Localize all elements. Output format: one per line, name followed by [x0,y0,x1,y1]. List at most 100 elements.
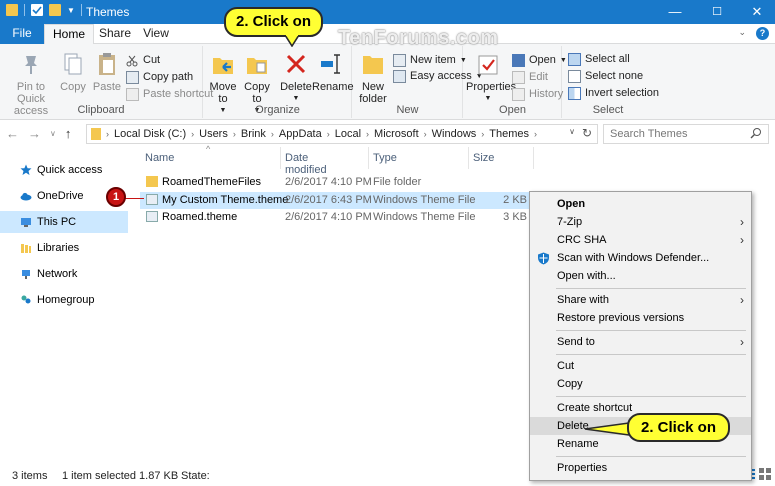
nav-item-libraries[interactable]: Libraries [0,237,128,259]
step-connector-line [124,198,144,199]
paste-shortcut-button[interactable]: Paste shortcut [126,86,213,102]
tab-share[interactable]: Share [96,24,134,44]
breadcrumb-windows[interactable]: Windows [432,128,477,140]
menu-item-open[interactable]: Open [530,195,751,213]
chevron-right-icon[interactable]: › [271,129,274,139]
folder-icon [6,4,18,16]
nav-item-homegroup[interactable]: Homegroup [0,289,128,311]
file-row[interactable]: RoamedThemeFiles 2/6/2017 4:10 PM File f… [140,174,530,191]
paste-button[interactable]: Paste [90,50,124,93]
column-header-date[interactable]: Date modified [285,152,327,176]
chevron-right-icon[interactable]: › [106,129,109,139]
chevron-right-icon[interactable]: › [327,129,330,139]
search-icon[interactable] [750,127,762,142]
new-folder-icon[interactable] [49,4,61,16]
breadcrumb-local-disk[interactable]: Local Disk (C:) [114,128,186,140]
delete-button[interactable]: Delete ▼ [278,50,314,105]
forward-arrow-icon[interactable]: → [28,126,41,142]
menu-label: CRC SHA [557,234,607,246]
address-bar-row: ← → ∨ ↑ › Local Disk (C:) › Users › Brin… [0,121,775,147]
nav-item-this-pc[interactable]: This PC [0,211,128,233]
maximize-button[interactable]: ☐ [697,0,737,24]
large-icons-view-icon[interactable] [759,468,771,483]
customize-qat-chevron-icon[interactable]: ▼ [67,6,75,15]
cut-button[interactable]: Cut [126,52,160,68]
menu-item-cut[interactable]: Cut [530,357,751,375]
tab-file[interactable]: File [0,24,44,44]
refresh-icon[interactable]: ↻ [582,126,592,140]
tab-view[interactable]: View [138,24,174,44]
file-date: 2/6/2017 6:43 PM [285,194,372,206]
history-button[interactable]: History [512,86,563,102]
breadcrumb-brink[interactable]: Brink [241,128,266,140]
file-row-selected[interactable]: My Custom Theme.theme 2/6/2017 6:43 PM W… [140,192,530,209]
copy-path-button[interactable]: Copy path [126,69,193,85]
column-header-size[interactable]: Size [473,152,494,164]
nav-label: Quick access [37,164,103,176]
copy-button[interactable]: Copy [58,50,88,93]
menu-item-properties[interactable]: Properties [530,459,751,477]
homegroup-icon [20,294,32,306]
chevron-right-icon[interactable]: › [424,129,427,139]
properties-check-icon[interactable] [31,4,43,16]
rename-button[interactable]: Rename [312,50,354,93]
invert-selection-button[interactable]: Invert selection [568,85,659,101]
column-divider[interactable] [533,147,534,169]
new-folder-button[interactable]: New folder [355,50,391,105]
menu-separator [556,456,746,457]
search-placeholder: Search Themes [610,128,688,140]
chevron-right-icon[interactable]: › [481,129,484,139]
new-item-button[interactable]: New item ▼ [393,52,467,68]
breadcrumb-appdata[interactable]: AppData [279,128,322,140]
tab-home[interactable]: Home [44,24,94,45]
file-date: 2/6/2017 4:10 PM [285,176,372,188]
breadcrumb-themes[interactable]: Themes [489,128,529,140]
help-icon[interactable]: ? [756,27,769,40]
chevron-right-icon[interactable]: › [534,129,537,139]
address-path[interactable]: › Local Disk (C:) › Users › Brink › AppD… [86,124,598,144]
chevron-right-icon[interactable]: › [233,129,236,139]
close-button[interactable]: ✕ [737,0,775,24]
menu-item-crc-sha[interactable]: CRC SHA › [530,231,751,249]
select-none-button[interactable]: Select none [568,68,643,84]
select-group-label: Select [592,104,624,116]
back-arrow-icon[interactable]: ← [6,126,19,142]
menu-item-share-with[interactable]: Share with › [530,291,751,309]
breadcrumb-users[interactable]: Users [199,128,228,140]
menu-item-copy[interactable]: Copy [530,375,751,393]
new-group-label: New [396,104,419,116]
edit-button[interactable]: Edit [512,69,548,85]
menu-item-7zip[interactable]: 7-Zip › [530,213,751,231]
chevron-right-icon[interactable]: › [191,129,194,139]
column-divider[interactable] [468,147,469,169]
breadcrumb-microsoft[interactable]: Microsoft [374,128,419,140]
breadcrumb-local[interactable]: Local [335,128,361,140]
search-input[interactable]: Search Themes [603,124,769,144]
nav-label: OneDrive [37,190,84,202]
minimize-button[interactable]: — [655,0,695,24]
menu-item-restore-versions[interactable]: Restore previous versions [530,309,751,327]
menu-label: 7-Zip [557,216,583,228]
menu-item-send-to[interactable]: Send to › [530,333,751,351]
properties-button[interactable]: Properties ▼ [466,50,516,105]
column-header-name[interactable]: Name [145,152,174,164]
menu-item-open-with[interactable]: Open with... [530,267,751,285]
column-divider[interactable] [368,147,369,169]
callout-pointer [584,422,630,436]
address-dropdown-chevron-icon[interactable]: ∨ [569,127,575,136]
nav-item-quick-access[interactable]: Quick access [0,159,128,181]
expand-ribbon-chevron-icon[interactable]: ⌄ [738,27,746,40]
recent-locations-chevron-icon[interactable]: ∨ [50,126,56,142]
nav-item-network[interactable]: Network [0,263,128,285]
up-arrow-icon[interactable]: ↑ [65,126,72,142]
move-to-label: Move to [209,81,237,105]
select-all-button[interactable]: Select all [568,51,630,67]
open-button[interactable]: Open ▼ [512,52,567,68]
menu-item-scan-defender[interactable]: Scan with Windows Defender... [530,249,751,267]
column-header-type[interactable]: Type [373,152,397,164]
history-label: History [529,88,564,100]
chevron-right-icon[interactable]: › [366,129,369,139]
column-divider[interactable] [280,147,281,169]
pin-icon [17,50,45,78]
file-row[interactable]: Roamed.theme 2/6/2017 4:10 PM Windows Th… [140,209,530,226]
